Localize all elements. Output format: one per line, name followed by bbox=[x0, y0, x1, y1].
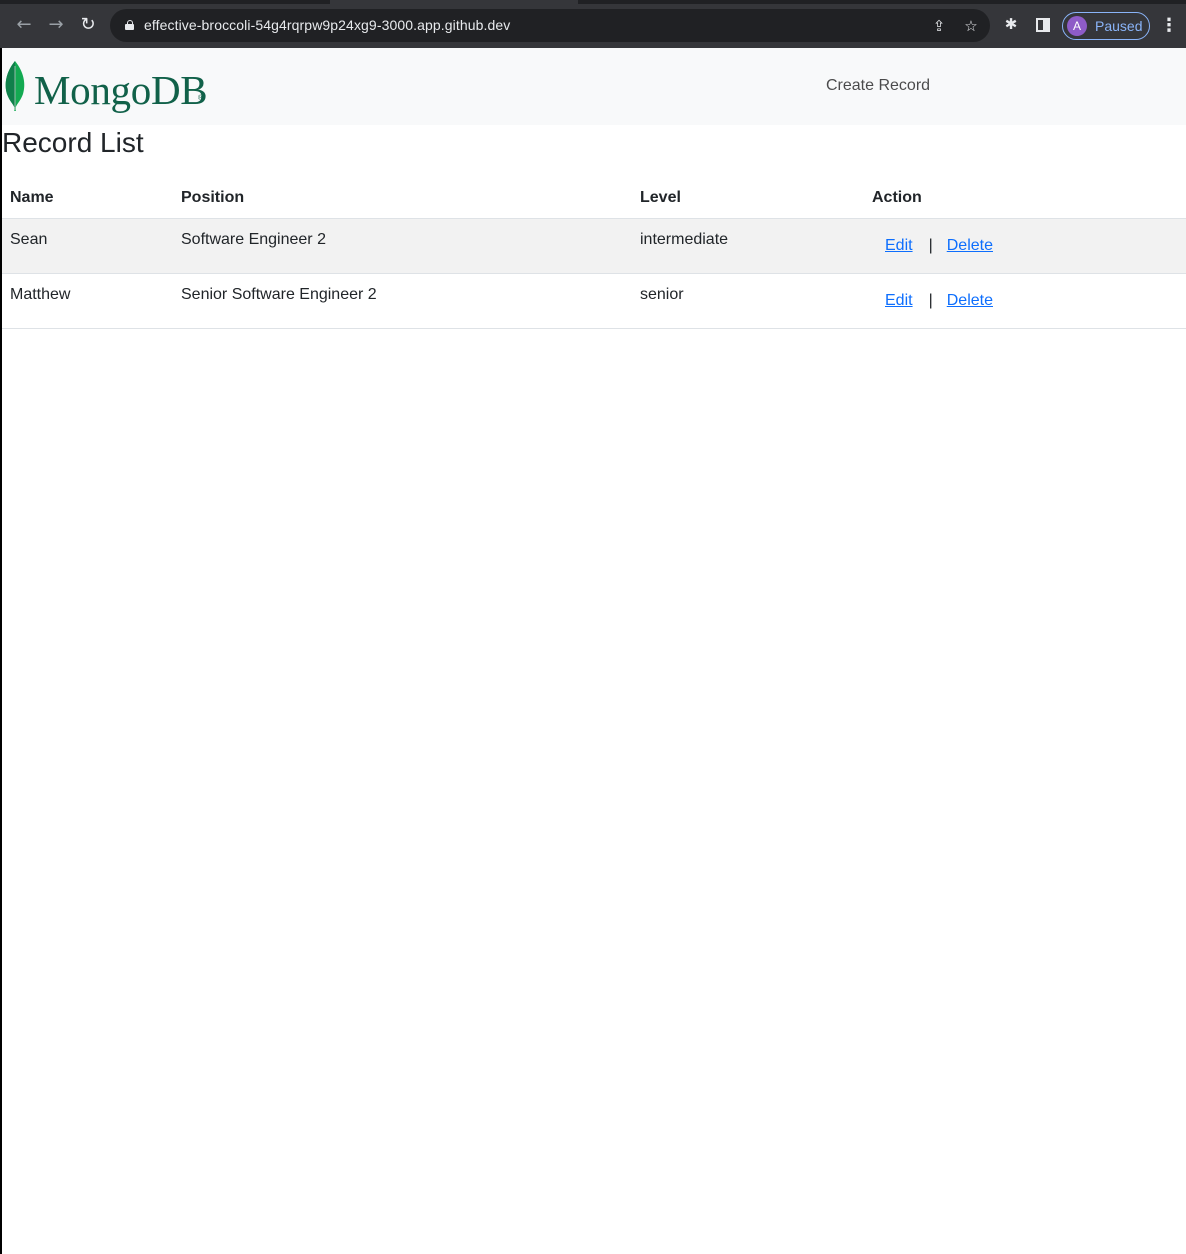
lock-icon[interactable] bbox=[125, 20, 134, 30]
side-panel-icon[interactable] bbox=[1036, 18, 1050, 32]
back-arrow-icon[interactable]: ← bbox=[13, 14, 35, 36]
cell-level: intermediate bbox=[632, 218, 864, 274]
edit-button[interactable]: Edit bbox=[885, 237, 913, 255]
star-icon[interactable]: ☆ bbox=[962, 17, 980, 35]
profile-status: Paused bbox=[1095, 18, 1143, 34]
cell-position: Software Engineer 2 bbox=[173, 218, 632, 274]
avatar: A bbox=[1067, 16, 1087, 36]
action-separator: | bbox=[928, 291, 933, 309]
navbar: MongoDB ® Create Record bbox=[2, 48, 1186, 125]
table-header-row: Name Position Level Action bbox=[2, 172, 1186, 219]
reload-icon[interactable]: ↻ bbox=[77, 14, 99, 36]
create-record-link[interactable]: Create Record bbox=[826, 77, 930, 95]
cell-level: senior bbox=[632, 273, 864, 329]
tab-strip-edge bbox=[578, 0, 1186, 4]
browser-toolbar: ← → ↻ effective-broccoli-54g4rqrpw9p24xg… bbox=[0, 0, 1186, 48]
delete-button[interactable]: Delete bbox=[947, 292, 993, 310]
address-bar[interactable]: effective-broccoli-54g4rqrpw9p24xg9-3000… bbox=[110, 9, 990, 42]
leaf-icon bbox=[5, 61, 25, 111]
column-header-action: Action bbox=[864, 172, 1186, 219]
cell-position: Senior Software Engineer 2 bbox=[173, 273, 632, 329]
forward-arrow-icon[interactable]: → bbox=[45, 14, 67, 36]
action-separator: | bbox=[928, 236, 933, 254]
kebab-menu-icon[interactable]: ⋮ bbox=[1160, 14, 1178, 36]
cell-name: Matthew bbox=[2, 273, 173, 329]
table-row: Sean Software Engineer 2 intermediate Ed… bbox=[2, 218, 1186, 274]
brand-name: MongoDB bbox=[34, 67, 208, 113]
registered-mark: ® bbox=[198, 95, 204, 102]
column-header-level: Level bbox=[632, 172, 864, 219]
share-icon[interactable]: ⇪ bbox=[930, 17, 948, 35]
column-header-name: Name bbox=[2, 172, 173, 219]
cell-action: Edit | Delete bbox=[864, 273, 1186, 329]
cell-action: Edit | Delete bbox=[864, 218, 1186, 274]
url-text[interactable]: effective-broccoli-54g4rqrpw9p24xg9-3000… bbox=[144, 17, 510, 33]
column-header-position: Position bbox=[173, 172, 632, 219]
table-row: Matthew Senior Software Engineer 2 senio… bbox=[2, 273, 1186, 329]
edit-button[interactable]: Edit bbox=[885, 292, 913, 310]
delete-button[interactable]: Delete bbox=[947, 237, 993, 255]
tab-strip-edge bbox=[0, 0, 330, 4]
page-content: MongoDB ® Create Record Record List Name… bbox=[0, 48, 1186, 1254]
profile-button[interactable]: A Paused bbox=[1062, 12, 1150, 40]
puzzle-icon[interactable]: ✱ bbox=[1001, 14, 1021, 34]
page-title: Record List bbox=[2, 127, 144, 158]
records-table: Name Position Level Action Sean Software… bbox=[2, 172, 1186, 329]
cell-name: Sean bbox=[2, 218, 173, 274]
